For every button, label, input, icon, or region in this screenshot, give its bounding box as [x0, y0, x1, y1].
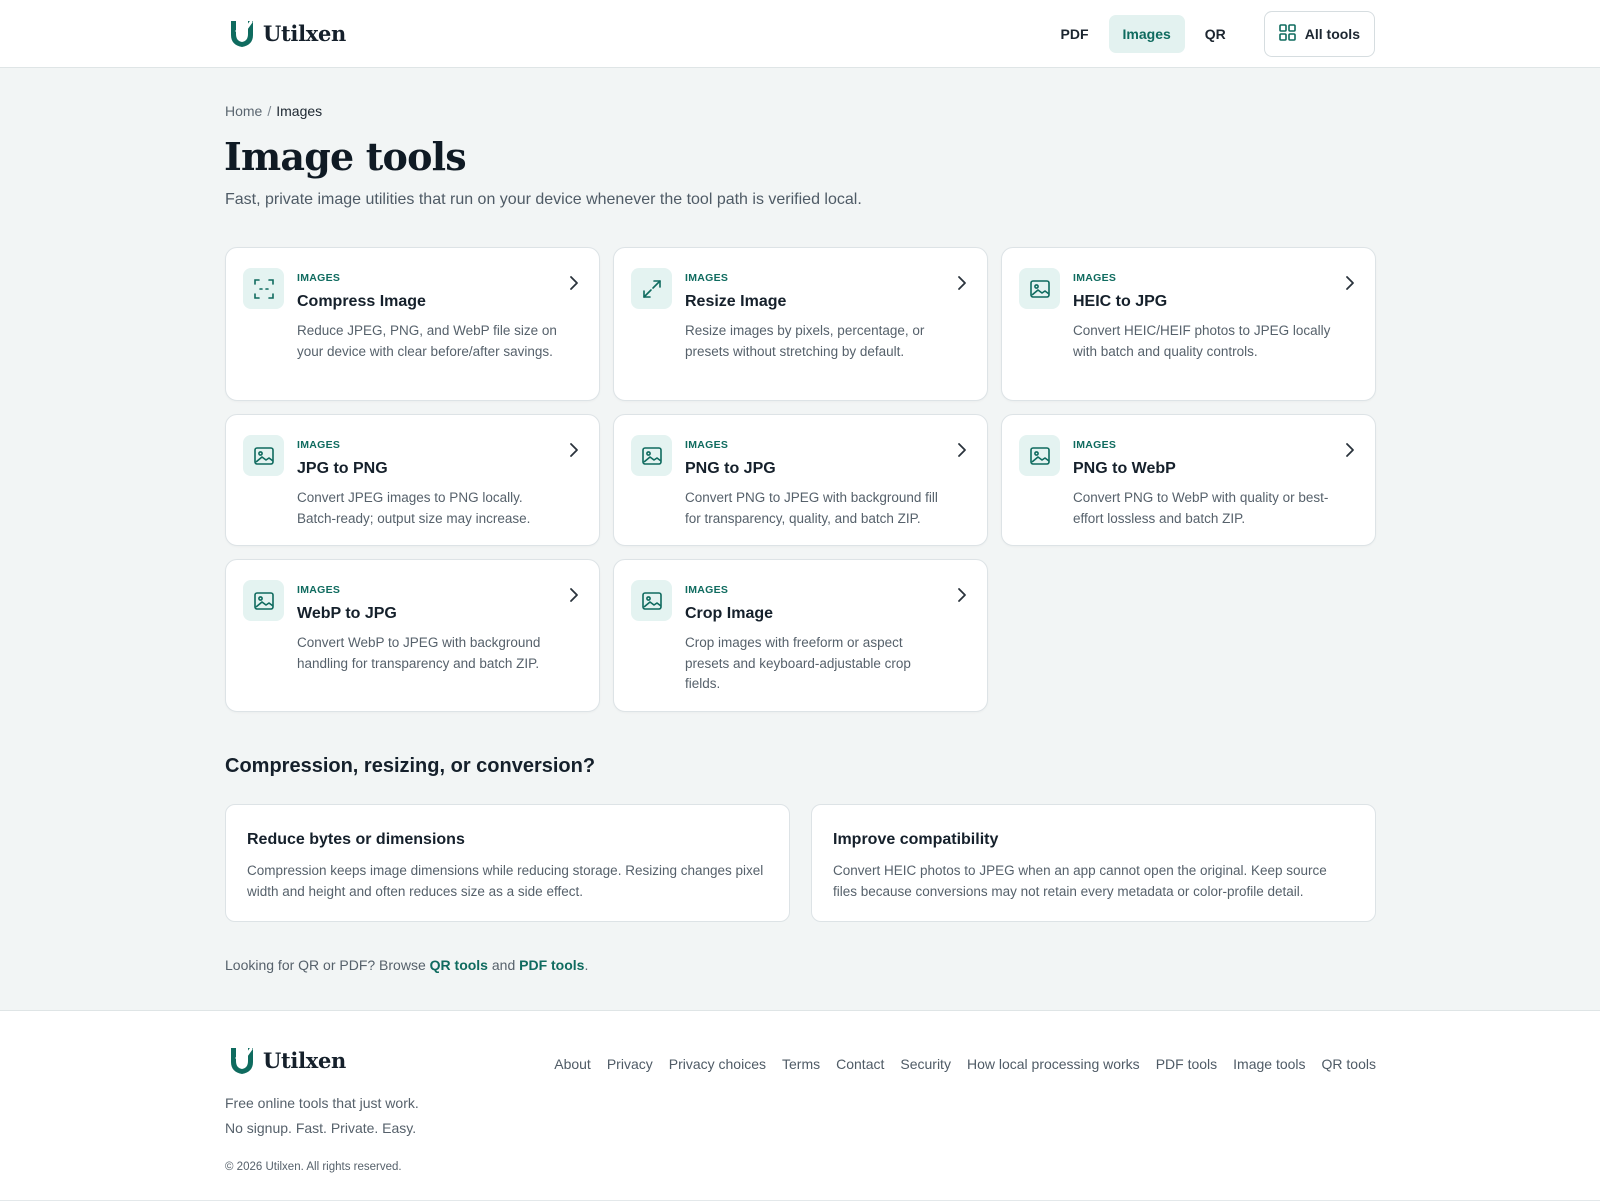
card-kicker: IMAGES [297, 584, 341, 596]
brand-name: Utilxen [263, 1047, 347, 1073]
info-card-improve-compatibility: Improve compatibility Convert HEIC photo… [811, 804, 1376, 922]
utilxen-logo-icon [229, 18, 255, 48]
card-title: PNG to WebP [1073, 460, 1176, 477]
footer-link-about[interactable]: About [554, 1056, 591, 1072]
chevron-right-icon [569, 587, 579, 608]
footer-link-pdf-tools[interactable]: PDF tools [1156, 1056, 1217, 1072]
footer-brand-link[interactable]: Utilxen [229, 1045, 346, 1075]
card-kicker: IMAGES [685, 584, 729, 596]
card-title: Compress Image [297, 293, 426, 310]
footer-link-terms[interactable]: Terms [782, 1056, 820, 1072]
chevron-right-icon [1345, 275, 1355, 296]
resize-icon [631, 268, 672, 309]
main-nav: PDF Images QR All tools [1047, 11, 1375, 57]
tool-card-heic-to-jpg[interactable]: IMAGES HEIC to JPG Convert HEIC/HEIF pho… [1001, 247, 1376, 401]
card-description: Convert HEIC/HEIF photos to JPEG locally… [1073, 323, 1331, 359]
card-title: HEIC to JPG [1073, 293, 1168, 310]
card-kicker: IMAGES [1073, 439, 1117, 451]
footer-link-image-tools[interactable]: Image tools [1233, 1056, 1305, 1072]
utilxen-logo-icon [229, 1045, 255, 1075]
all-tools-button[interactable]: All tools [1263, 11, 1375, 57]
breadcrumb-current: Images [276, 103, 323, 119]
info-card-text: Compression keeps image dimensions while… [247, 863, 764, 899]
brand-name: Utilxen [263, 20, 347, 46]
footer-link-security[interactable]: Security [900, 1056, 951, 1072]
footer-copyright: © 2026 Utilxen. All rights reserved. [225, 1161, 402, 1173]
info-card-reduce-bytes: Reduce bytes or dimensions Compression k… [225, 804, 790, 922]
site-header: Utilxen PDF Images QR All tools [0, 0, 1600, 68]
chevron-right-icon [569, 275, 579, 296]
breadcrumb-home[interactable]: Home [225, 103, 262, 119]
chevron-right-icon [1345, 442, 1355, 463]
tool-card-resize-image[interactable]: IMAGES Resize Image Resize images by pix… [613, 247, 988, 401]
card-title: Crop Image [685, 605, 774, 622]
card-title: Resize Image [685, 293, 787, 310]
tool-card-jpg-to-png[interactable]: IMAGES JPG to PNG Convert JPEG images to… [225, 414, 600, 546]
image-icon [1019, 268, 1060, 309]
card-description: Convert JPEG images to PNG locally. Batc… [297, 490, 531, 526]
card-description: Resize images by pixels, percentage, or … [685, 323, 925, 359]
footer-link-privacy-choices[interactable]: Privacy choices [669, 1056, 766, 1072]
browse-prefix: Looking for QR or PDF? Browse [225, 957, 430, 973]
all-tools-label: All tools [1304, 26, 1360, 42]
nav-pdf[interactable]: PDF [1047, 15, 1103, 53]
browse-suffix: . [584, 957, 589, 973]
brand-home-link[interactable]: Utilxen [229, 18, 346, 48]
footer-links: About Privacy Privacy choices Terms Cont… [554, 1056, 1376, 1072]
image-icon [631, 580, 672, 621]
card-kicker: IMAGES [685, 439, 729, 451]
page-subtitle: Fast, private image utilities that run o… [225, 191, 862, 208]
footer-tagline: Free online tools that just work. No sig… [225, 1091, 419, 1141]
footer-link-qr-tools[interactable]: QR tools [1322, 1056, 1376, 1072]
info-card-title: Reduce bytes or dimensions [247, 831, 465, 848]
nav-images[interactable]: Images [1108, 15, 1185, 53]
card-kicker: IMAGES [1073, 272, 1117, 284]
card-title: PNG to JPG [685, 460, 776, 477]
browse-middle: and [487, 957, 520, 973]
card-description: Convert WebP to JPEG with background han… [297, 635, 541, 671]
footer-bottom-divider [0, 1200, 1600, 1201]
info-card-title: Improve compatibility [833, 831, 999, 848]
card-title: JPG to PNG [297, 460, 388, 477]
footer-link-local-processing[interactable]: How local processing works [967, 1056, 1140, 1072]
tool-card-webp-to-jpg[interactable]: IMAGES WebP to JPG Convert WebP to JPEG … [225, 559, 600, 712]
card-kicker: IMAGES [685, 272, 729, 284]
breadcrumb-separator: / [267, 103, 272, 119]
image-icon [631, 435, 672, 476]
chevron-right-icon [957, 587, 967, 608]
image-icon [243, 580, 284, 621]
compare-heading: Compression, resizing, or conversion? [225, 755, 596, 777]
footer-tagline-line: Free online tools that just work. [225, 1095, 419, 1111]
tool-card-png-to-webp[interactable]: IMAGES PNG to WebP Convert PNG to WebP w… [1001, 414, 1376, 546]
chevron-right-icon [569, 442, 579, 463]
card-description: Convert PNG to JPEG with background fill… [685, 490, 938, 526]
chevron-right-icon [957, 275, 967, 296]
footer-link-contact[interactable]: Contact [836, 1056, 884, 1072]
footer-tagline-line: No signup. Fast. Private. Easy. [225, 1120, 417, 1136]
info-card-text: Convert HEIC photos to JPEG when an app … [833, 863, 1327, 899]
image-icon [243, 435, 284, 476]
tool-card-crop-image[interactable]: IMAGES Crop Image Crop images with freef… [613, 559, 988, 712]
qr-tools-link[interactable]: QR tools [430, 957, 488, 973]
breadcrumb: Home / Images [225, 103, 322, 119]
chevron-right-icon [957, 442, 967, 463]
browse-other-tools: Looking for QR or PDF? Browse QR tools a… [225, 957, 588, 973]
page-title: Image tools [224, 134, 467, 179]
nav-qr[interactable]: QR [1191, 15, 1240, 53]
card-description: Convert PNG to WebP with quality or best… [1073, 490, 1329, 526]
card-title: WebP to JPG [297, 605, 397, 622]
tool-card-png-to-jpg[interactable]: IMAGES PNG to JPG Convert PNG to JPEG wi… [613, 414, 988, 546]
image-icon [1019, 435, 1060, 476]
grid-icon [1278, 24, 1296, 44]
card-kicker: IMAGES [297, 272, 341, 284]
card-kicker: IMAGES [297, 439, 341, 451]
card-description: Crop images with freeform or aspect pres… [685, 635, 911, 691]
footer-link-privacy[interactable]: Privacy [607, 1056, 653, 1072]
compress-icon [243, 268, 284, 309]
tool-card-compress-image[interactable]: IMAGES Compress Image Reduce JPEG, PNG, … [225, 247, 600, 401]
card-description: Reduce JPEG, PNG, and WebP file size on … [297, 323, 557, 359]
site-footer: Utilxen Free online tools that just work… [0, 1010, 1600, 1203]
pdf-tools-link[interactable]: PDF tools [519, 957, 584, 973]
